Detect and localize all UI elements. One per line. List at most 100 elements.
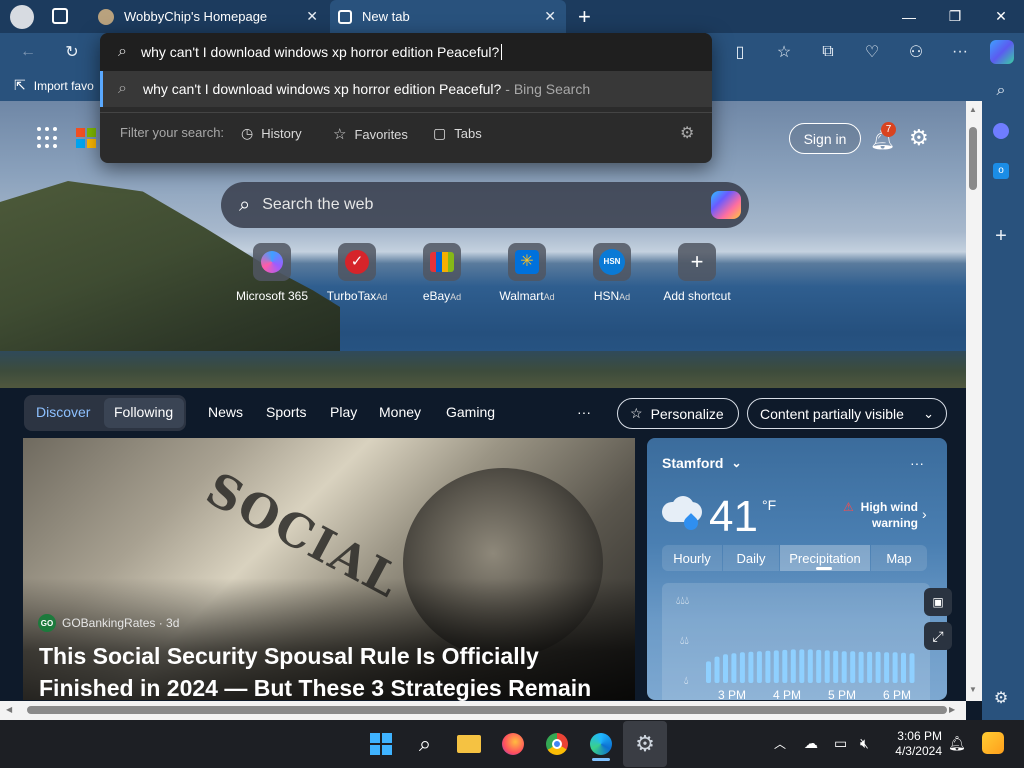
chevron-right-icon[interactable]: › [922,506,927,522]
filter-history[interactable]: ◷ History [241,125,302,142]
add-sidebar-app-icon[interactable]: + [990,225,1012,247]
onedrive-icon[interactable]: ☁ [804,735,818,752]
content-visibility-dropdown[interactable]: Content partially visible ⌄ [747,398,947,429]
weather-tab-daily[interactable]: Daily [723,545,779,571]
search-placeholder: Search the web [262,196,374,213]
weather-location[interactable]: Stamford ⌄ [662,455,742,471]
extensions-icon[interactable]: ⚇ [905,41,927,63]
address-input[interactable]: why can't I download windows xp horror e… [141,44,499,60]
tab-money[interactable]: Money [379,404,421,420]
tab-news[interactable]: News [208,404,243,420]
new-tab-button[interactable]: + [578,4,591,30]
article-source[interactable]: GO GOBankingRates · 3d [38,614,179,632]
precip-bar [833,650,839,683]
page-settings-icon[interactable]: ⚙ [909,125,929,151]
tab-gaming[interactable]: Gaming [446,404,495,420]
precip-bar [875,651,881,683]
tab-discover[interactable]: Discover [36,404,90,420]
suggestion-row[interactable]: ⌕ why can't I download windows xp horror… [100,71,712,107]
vertical-scrollbar[interactable]: ▲ ▼ [966,101,982,701]
favorites-icon[interactable]: ☆ [773,41,795,63]
tab-actions-icon[interactable] [52,8,68,24]
file-explorer-icon[interactable] [454,729,484,759]
precip-bar [773,650,779,683]
weather-tab-hourly[interactable]: Hourly [662,545,722,571]
microsoft-logo-icon[interactable] [76,128,96,148]
filter-favorites[interactable]: ☆ Favorites [333,125,408,143]
personalize-button[interactable]: ☆ Personalize [617,398,739,429]
tab-play[interactable]: Play [330,404,357,420]
close-tab-icon[interactable]: ✕ [306,8,318,25]
scroll-left-icon[interactable]: ◀ [6,705,12,714]
shortcut-add[interactable]: + Add shortcut [655,243,739,303]
shortcut-walmart[interactable]: ✳ WalmartAd [485,243,569,303]
minimize-button[interactable]: — [886,0,932,33]
notifications-icon[interactable]: 🔔︎ [948,735,966,752]
show-hidden-icons-icon[interactable]: ︿ [774,735,786,752]
vertical-scroll-thumb[interactable] [969,127,977,190]
tab-following[interactable]: Following [114,404,173,420]
weather-warning[interactable]: High wind warning [840,499,918,531]
expand-icon[interactable]: ⤢ [924,622,952,650]
precip-bar [756,651,762,683]
volume-muted-icon[interactable]: 🔇︎ [860,735,869,752]
app-launcher-icon[interactable] [37,127,59,149]
restore-button[interactable]: ❐ [932,0,978,33]
search-icon[interactable]: ⌕ [410,729,440,759]
weather-unit: °F [762,497,777,513]
search-icon[interactable]: ⌕ [990,80,1012,102]
address-bar[interactable]: ⌕ why can't I download windows xp horror… [100,33,712,71]
sign-in-button[interactable]: Sign in [789,123,861,154]
edge-icon[interactable] [586,729,616,759]
precip-bar [816,649,822,683]
taskbar-clock[interactable]: 3:06 PM 4/3/2024 [892,729,942,759]
more-options-icon[interactable]: ··· [949,41,971,63]
close-window-button[interactable]: ✕ [978,0,1024,33]
weather-axis-label: 3 PM [718,688,747,702]
weather-tab-map[interactable]: Map [871,545,927,571]
scroll-down-icon[interactable]: ▼ [969,685,977,694]
copilot-pre-icon[interactable] [982,732,1004,754]
start-icon[interactable] [366,729,396,759]
tab-homepage[interactable]: WobbyChip's Homepage ✕ [90,0,328,33]
precip-bar [723,654,728,683]
sidebar-settings-icon[interactable]: ⚙ [990,687,1012,709]
add-shortcut-icon: + [678,243,716,281]
collections-icon[interactable]: ⧉ [817,41,839,63]
tab-sports[interactable]: Sports [266,404,306,420]
import-favorites-link[interactable]: ⇱ Import favo [14,77,94,94]
text-cursor [501,44,503,60]
precip-bar [841,651,847,683]
chrome-icon[interactable] [542,729,572,759]
web-search-box[interactable]: ⌕ Search the web [221,182,749,228]
wallpaper-info-icon[interactable]: ▣ [924,588,952,616]
refresh-icon[interactable]: ↻ [61,41,83,63]
filter-tabs[interactable]: ▢ Tabs [433,125,482,142]
copilot-sidebar-icon[interactable] [990,120,1012,142]
profile-avatar[interactable] [10,5,34,29]
settings-app-icon[interactable]: ⚙ [630,729,660,759]
shortcut-ebay[interactable]: eBayAd [400,243,484,303]
scroll-right-icon[interactable]: ▶ [949,705,955,714]
horizontal-scroll-thumb[interactable] [27,706,947,714]
shortcut-microsoft-365[interactable]: Microsoft 365 [230,243,314,303]
split-screen-icon[interactable]: ▯ [729,41,751,63]
network-icon[interactable]: ▭ [834,735,847,752]
search-settings-icon[interactable]: ⚙ [680,123,694,143]
copilot-search-icon[interactable] [711,191,741,219]
tab-title: WobbyChip's Homepage [124,9,268,24]
more-nav-button[interactable]: ··· [577,404,591,420]
article-headline[interactable]: This Social Security Spousal Rule Is Off… [39,640,629,704]
browser-essentials-icon[interactable]: ♡ [861,41,883,63]
homepage-favicon-icon [98,8,114,25]
copilot-icon[interactable] [990,40,1014,64]
shortcut-hsn[interactable]: HSN HSNAd [570,243,654,303]
scroll-up-icon[interactable]: ▲ [969,105,977,114]
back-icon[interactable]: ← [17,41,39,63]
weather-more-icon[interactable]: ··· [910,455,924,471]
close-tab-icon[interactable]: ✕ [544,8,556,25]
shortcut-turbotax[interactable]: ✓ TurboTaxAd [315,243,399,303]
tab-new-tab[interactable]: New tab ✕ [330,0,566,33]
firefox-icon[interactable] [498,729,528,759]
outlook-icon[interactable]: o [990,160,1012,182]
